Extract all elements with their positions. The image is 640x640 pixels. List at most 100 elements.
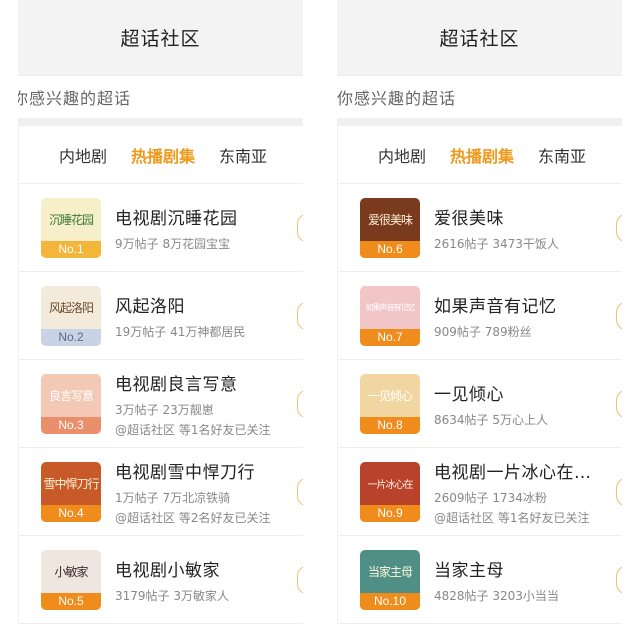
tab-mainland-drama[interactable]: 内地剧 [59, 143, 107, 167]
topic-thumbnail: 小敏家 No.5 [41, 549, 101, 610]
list-item[interactable]: 良言写意 No.3 电视剧良言写意 3万帖子 23万靓崽 @超话社区 等1名好友… [19, 360, 303, 448]
topic-name: 电视剧沉睡花园 [115, 208, 238, 229]
list-item[interactable]: 雪中悍刀行 No.4 电视剧雪中悍刀行 1万帖子 7万北凉铁骑 @超话社区 等2… [19, 448, 303, 536]
topic-info: 爱很美味 2616帖子 3473干饭人 [434, 204, 559, 252]
category-tabs: 内地剧 热播剧集 东南亚 [19, 126, 303, 184]
rank-badge: No.9 [360, 504, 420, 522]
follow-button[interactable] [616, 389, 622, 418]
topic-list: 爱很美味 No.6 爱很美味 2616帖子 3473干饭人 如果声音有记忆 No… [338, 184, 622, 624]
topic-stats: 3179帖子 3万敏家人 [115, 588, 229, 603]
list-item[interactable]: 风起洛阳 No.2 风起洛阳 19万帖子 41万神都居民 [19, 272, 303, 360]
topic-thumbnail: 沉睡花园 No.1 [41, 197, 101, 258]
page-header: 超话社区 [337, 0, 622, 76]
list-item[interactable]: 一见倾心 No.8 一见倾心 8634帖子 5万心上人 [338, 360, 622, 448]
tab-southeast-asia[interactable]: 东南亚 [219, 143, 267, 167]
section-gap [337, 118, 622, 126]
list-item[interactable]: 小敏家 No.5 电视剧小敏家 3179帖子 3万敏家人 [19, 536, 303, 624]
topic-name: 电视剧小敏家 [115, 560, 220, 581]
topic-thumbnail: 如果声音有记忆 No.7 [360, 285, 420, 346]
tab-southeast-asia[interactable]: 东南亚 [538, 143, 586, 167]
topic-name: 一见倾心 [434, 384, 504, 405]
rank-badge: No.2 [41, 328, 101, 346]
topic-info: 电视剧小敏家 3179帖子 3万敏家人 [115, 556, 229, 604]
list-item[interactable]: 一片冰心在 No.9 电视剧一片冰心在… 2609帖子 1734冰粉 @超话社区… [338, 448, 622, 536]
rank-badge: No.1 [41, 240, 101, 258]
tab-mainland-drama[interactable]: 内地剧 [378, 143, 426, 167]
thumbnail-art: 沉睡花园 [48, 212, 94, 227]
page-title: 超话社区 [120, 28, 201, 50]
topic-name: 电视剧雪中悍刀行 [115, 462, 255, 483]
category-tabs: 内地剧 热播剧集 东南亚 [338, 126, 622, 184]
thumbnail-art: 当家主母 [367, 564, 413, 579]
topic-name: 爱很美味 [434, 208, 504, 229]
rank-badge: No.8 [360, 416, 420, 434]
list-item[interactable]: 沉睡花园 No.1 电视剧沉睡花园 9万帖子 8万花园宝宝 [19, 184, 303, 272]
topic-stats: 8634帖子 5万心上人 [434, 412, 548, 427]
topic-info: 一见倾心 8634帖子 5万心上人 [434, 380, 548, 428]
thumbnail-art: 小敏家 [54, 564, 88, 579]
list-item[interactable]: 爱很美味 No.6 爱很美味 2616帖子 3473干饭人 [338, 184, 622, 272]
topic-info: 如果声音有记忆 909帖子 789粉丝 [434, 292, 557, 340]
thumbnail-art: 爱很美味 [367, 212, 413, 227]
panel-gap [303, 0, 337, 640]
topic-stats: 19万帖子 41万神都居民 [115, 324, 246, 339]
friends-followed: @超话社区 等1名好友已关注 [115, 422, 271, 437]
topic-list: 沉睡花园 No.1 电视剧沉睡花园 9万帖子 8万花园宝宝 风起洛阳 No.2 … [19, 184, 303, 624]
rank-badge: No.7 [360, 328, 420, 346]
topic-name: 风起洛阳 [115, 296, 185, 317]
topic-thumbnail: 良言写意 No.3 [41, 373, 101, 434]
topic-stats: 2616帖子 3473干饭人 [434, 236, 559, 251]
thumbnail-art: 如果声音有记忆 [365, 302, 416, 312]
tab-hot-dramas[interactable]: 热播剧集 [450, 143, 514, 167]
page-header: 超话社区 [18, 0, 303, 76]
section-heading: 你感兴趣的超话 [337, 89, 457, 108]
topic-thumbnail: 风起洛阳 No.2 [41, 285, 101, 346]
follow-button[interactable] [297, 477, 303, 506]
section-gap [18, 118, 303, 126]
friends-followed: @超话社区 等2名好友已关注 [115, 510, 271, 525]
topic-card: 内地剧 热播剧集 东南亚 爱很美味 No.6 爱很美味 2616帖子 3473干… [337, 126, 622, 624]
topic-stats: 4828帖子 3203小当当 [434, 588, 559, 603]
rank-badge: No.6 [360, 240, 420, 258]
friends-followed: @超话社区 等1名好友已关注 [434, 510, 590, 525]
section-heading-row: 你感兴趣的超话 [18, 76, 303, 118]
topic-name: 当家主母 [434, 560, 504, 581]
supertopic-panel-right: 超话社区 你感兴趣的超话 内地剧 热播剧集 东南亚 爱很美味 No.6 爱很美味… [337, 0, 622, 640]
follow-button[interactable] [616, 565, 622, 594]
topic-name: 电视剧良言写意 [115, 374, 238, 395]
thumbnail-art: 良言写意 [48, 388, 94, 403]
topic-info: 风起洛阳 19万帖子 41万神都居民 [115, 292, 245, 340]
topic-info: 当家主母 4828帖子 3203小当当 [434, 556, 559, 604]
thumbnail-art: 风起洛阳 [48, 300, 94, 315]
topic-info: 电视剧沉睡花园 9万帖子 8万花园宝宝 [115, 204, 238, 252]
topic-info: 电视剧雪中悍刀行 1万帖子 7万北凉铁骑 @超话社区 等2名好友已关注 [115, 458, 270, 526]
topic-stats: 3万帖子 23万靓崽 [115, 402, 214, 417]
follow-button[interactable] [616, 477, 622, 506]
topic-thumbnail: 一见倾心 No.8 [360, 373, 420, 434]
list-item[interactable]: 如果声音有记忆 No.7 如果声音有记忆 909帖子 789粉丝 [338, 272, 622, 360]
topic-card: 内地剧 热播剧集 东南亚 沉睡花园 No.1 电视剧沉睡花园 9万帖子 8万花园… [18, 126, 303, 624]
tab-hot-dramas[interactable]: 热播剧集 [131, 143, 195, 167]
follow-button[interactable] [616, 301, 622, 330]
follow-button[interactable] [297, 389, 303, 418]
topic-name: 电视剧一片冰心在… [434, 462, 592, 483]
thumbnail-art: 一见倾心 [367, 388, 413, 403]
topic-info: 电视剧一片冰心在… 2609帖子 1734冰粉 @超话社区 等1名好友已关注 [434, 458, 592, 526]
follow-button[interactable] [297, 301, 303, 330]
topic-thumbnail: 雪中悍刀行 No.4 [41, 461, 101, 522]
rank-badge: No.5 [41, 592, 101, 610]
topic-thumbnail: 一片冰心在 No.9 [360, 461, 420, 522]
section-heading: 你感兴趣的超话 [18, 89, 132, 108]
follow-button[interactable] [616, 213, 622, 242]
topic-stats: 9万帖子 8万花园宝宝 [115, 236, 231, 251]
follow-button[interactable] [297, 565, 303, 594]
list-item[interactable]: 当家主母 No.10 当家主母 4828帖子 3203小当当 [338, 536, 622, 624]
topic-stats: 2609帖子 1734冰粉 [434, 490, 547, 505]
page-title: 超话社区 [439, 28, 520, 50]
thumbnail-art: 一片冰心在 [367, 479, 414, 491]
follow-button[interactable] [297, 213, 303, 242]
supertopic-panel-left: 超话社区 你感兴趣的超话 内地剧 热播剧集 东南亚 沉睡花园 No.1 电视剧沉… [18, 0, 303, 640]
section-heading-row: 你感兴趣的超话 [337, 76, 622, 118]
rank-badge: No.4 [41, 504, 101, 522]
thumbnail-art: 雪中悍刀行 [43, 476, 99, 491]
